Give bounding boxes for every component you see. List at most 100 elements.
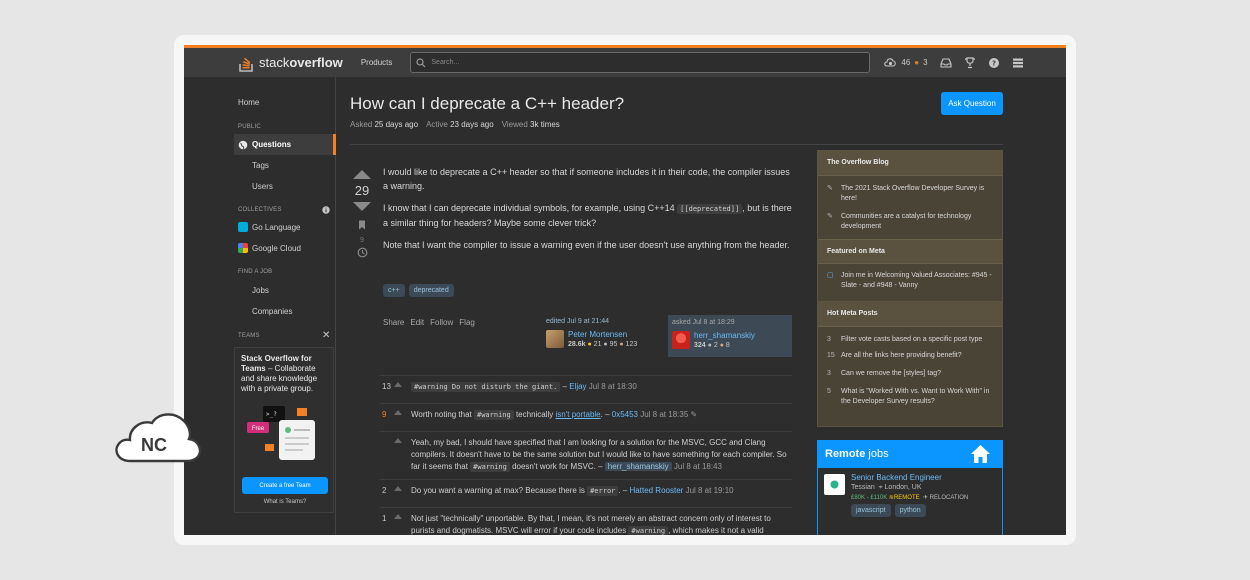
blog-heading: The Overflow Blog bbox=[818, 151, 1002, 176]
sidebar-item-jobs[interactable]: Jobs bbox=[252, 286, 269, 295]
edit-link[interactable]: Edit bbox=[410, 318, 424, 327]
flag-link[interactable]: Flag bbox=[459, 318, 475, 327]
comment-upvote-icon[interactable] bbox=[394, 410, 402, 415]
achievements-trophy-icon[interactable] bbox=[964, 56, 976, 69]
top-bar: stack overflow Products Search... 46 ● 3 ? bbox=[184, 45, 1066, 77]
comment-link[interactable]: isn't portable bbox=[556, 410, 601, 419]
remote-jobs-heading[interactable]: Remote jobs bbox=[818, 441, 1002, 468]
comment: 9 Worth noting that #warning technically… bbox=[380, 403, 792, 421]
bookmark-icon[interactable] bbox=[358, 220, 366, 230]
comment-upvote-icon[interactable] bbox=[394, 514, 402, 519]
google-cloud-icon bbox=[238, 243, 248, 253]
hot-meta-item[interactable]: 15 Are all the links here providing benef… bbox=[818, 351, 1002, 361]
what-is-teams-link[interactable]: What is Teams? bbox=[235, 499, 335, 505]
job-tag-javascript[interactable]: javascript bbox=[851, 504, 891, 517]
job-tag-python[interactable]: python bbox=[894, 504, 926, 517]
create-team-button[interactable]: Create a free Team bbox=[242, 477, 328, 494]
tag-cpp[interactable]: c++ bbox=[383, 284, 405, 297]
meta-item[interactable]: ▢ Join me in Welcoming Valued Associates:… bbox=[818, 271, 1002, 291]
hot-meta-item[interactable]: 3 Can we remove the [styles] tag? bbox=[818, 369, 1002, 379]
owner-name[interactable]: herr_shamanskiy bbox=[694, 331, 755, 340]
asked-label: Asked bbox=[350, 120, 373, 129]
comment-date[interactable]: Jul 8 at 18:35 bbox=[640, 410, 688, 419]
sidebar-item-home[interactable]: Home bbox=[238, 98, 259, 107]
sidebar-item-questions[interactable]: Questions bbox=[234, 134, 336, 155]
search-icon bbox=[416, 57, 426, 67]
deprecated-attribute-code: [[deprecated]] bbox=[677, 204, 743, 214]
follow-link[interactable]: Follow bbox=[430, 318, 453, 327]
comment-upvote-icon[interactable] bbox=[394, 438, 402, 443]
remote-jobs-widget: Remote jobs Senior Backend Engineer Tess… bbox=[817, 440, 1003, 535]
hot-meta-widget: Hot Meta Posts 3 Filter vote casts based … bbox=[817, 301, 1003, 427]
question-paragraph-1: I would like to deprecate a C++ header s… bbox=[383, 167, 790, 191]
history-icon[interactable] bbox=[357, 247, 368, 258]
company-logo bbox=[824, 474, 845, 495]
comment-score: 2 bbox=[382, 486, 387, 495]
comment-user[interactable]: 0x5453 bbox=[612, 410, 638, 419]
teams-illustration: >_? Free bbox=[247, 406, 315, 460]
owner-avatar[interactable] bbox=[672, 331, 690, 349]
job-relocation: RELOCATION bbox=[929, 495, 969, 501]
comment-code: #warning bbox=[474, 410, 514, 420]
comment-date[interactable]: Jul 8 at 19:10 bbox=[686, 486, 734, 495]
featured-meta-heading: Featured on Meta bbox=[818, 239, 1002, 264]
help-icon[interactable]: ? bbox=[988, 57, 1000, 69]
blog-item[interactable]: ✎ Communities are a catalyst for technolo… bbox=[818, 212, 1002, 232]
editor-avatar[interactable] bbox=[546, 330, 564, 348]
browser-viewport: stack overflow Products Search... 46 ● 3 ?… bbox=[184, 45, 1066, 535]
stackoverflow-logo-icon bbox=[239, 57, 253, 72]
post-menu: Share Edit Follow Flag bbox=[383, 318, 475, 327]
edit-pencil-icon[interactable]: ✎ bbox=[691, 410, 698, 419]
blog-item[interactable]: ✎ The 2021 Stack Overflow Developer Surve… bbox=[818, 184, 1002, 204]
comment-user[interactable]: Eljay bbox=[569, 382, 586, 391]
question-tags: c++ deprecated bbox=[383, 284, 454, 297]
chat-bubble-icon: ▢ bbox=[827, 272, 834, 279]
job-listing[interactable]: Senior Backend Engineer Tessian ⌖ London… bbox=[818, 468, 1002, 522]
sidebar-item-tags[interactable]: Tags bbox=[252, 161, 269, 170]
left-sidebar: Home PUBLIC Questions Tags Users COLLECT… bbox=[184, 77, 336, 535]
downvote-arrow-icon[interactable] bbox=[353, 202, 371, 211]
comment-upvote-icon[interactable] bbox=[394, 382, 402, 387]
comment-date[interactable]: Jul 8 at 18:43 bbox=[674, 462, 722, 471]
search-input[interactable]: Search... bbox=[410, 52, 871, 73]
comment-code: #warning bbox=[628, 526, 669, 535]
hot-meta-item[interactable]: 3 Filter vote casts based on a specific p… bbox=[818, 335, 1002, 345]
owner-silver: 2 bbox=[713, 342, 718, 349]
job-title[interactable]: Senior Backend Engineer bbox=[851, 473, 996, 482]
editor-name[interactable]: Peter Mortensen bbox=[568, 330, 637, 339]
info-icon[interactable] bbox=[322, 206, 330, 214]
user-profile-link[interactable]: 46 ● 3 bbox=[884, 57, 928, 68]
comment-separator: . – bbox=[618, 486, 630, 495]
collective-go-label: Go Language bbox=[252, 222, 301, 232]
products-menu[interactable]: Products bbox=[361, 58, 393, 67]
site-switcher-icon[interactable] bbox=[1012, 57, 1024, 69]
edited-label[interactable]: edited Jul 9 at 21:44 bbox=[546, 318, 658, 325]
active-label: Active bbox=[426, 120, 448, 129]
stackoverflow-logo[interactable]: stack overflow bbox=[238, 54, 343, 72]
comment-separator: . – bbox=[600, 410, 612, 419]
tag-deprecated[interactable]: deprecated bbox=[408, 284, 454, 297]
blog-item-text: The 2021 Stack Overflow Developer Survey… bbox=[841, 185, 985, 202]
comment-user[interactable]: herr_shamanskiy bbox=[604, 462, 672, 471]
hot-meta-item[interactable]: 5 What is "Worked With vs. Want to Work W… bbox=[818, 387, 1002, 407]
close-icon[interactable]: ✕ bbox=[322, 330, 330, 341]
question-title[interactable]: How can I deprecate a C++ header? bbox=[350, 94, 624, 114]
upvote-arrow-icon[interactable] bbox=[353, 170, 371, 179]
sidebar-collective-go[interactable]: Go Language bbox=[238, 222, 301, 232]
comment-text: , which makes it not a valid bbox=[668, 526, 764, 535]
inbox-icon[interactable] bbox=[940, 57, 952, 69]
job-salary: £80K - £110K bbox=[851, 495, 888, 501]
sidebar-item-companies[interactable]: Companies bbox=[252, 307, 292, 316]
asked-value: 25 days ago bbox=[374, 120, 419, 129]
sidebar-item-users[interactable]: Users bbox=[252, 182, 273, 191]
comment-date[interactable]: Jul 8 at 18:30 bbox=[589, 382, 637, 391]
sidebar-section-public: PUBLIC bbox=[238, 124, 261, 130]
sidebar-collective-google-cloud[interactable]: Google Cloud bbox=[238, 243, 301, 253]
share-link[interactable]: Share bbox=[383, 318, 404, 327]
job-remote-tag: REMOTE bbox=[893, 495, 920, 501]
comment-upvote-icon[interactable] bbox=[394, 486, 402, 491]
ask-question-button[interactable]: Ask Question bbox=[941, 92, 1003, 115]
comment-user[interactable]: Hatted Rooster bbox=[630, 486, 684, 495]
blog-item-text: Communities are a catalyst for technolog… bbox=[841, 213, 972, 230]
editor-silver: 95 bbox=[609, 341, 618, 348]
